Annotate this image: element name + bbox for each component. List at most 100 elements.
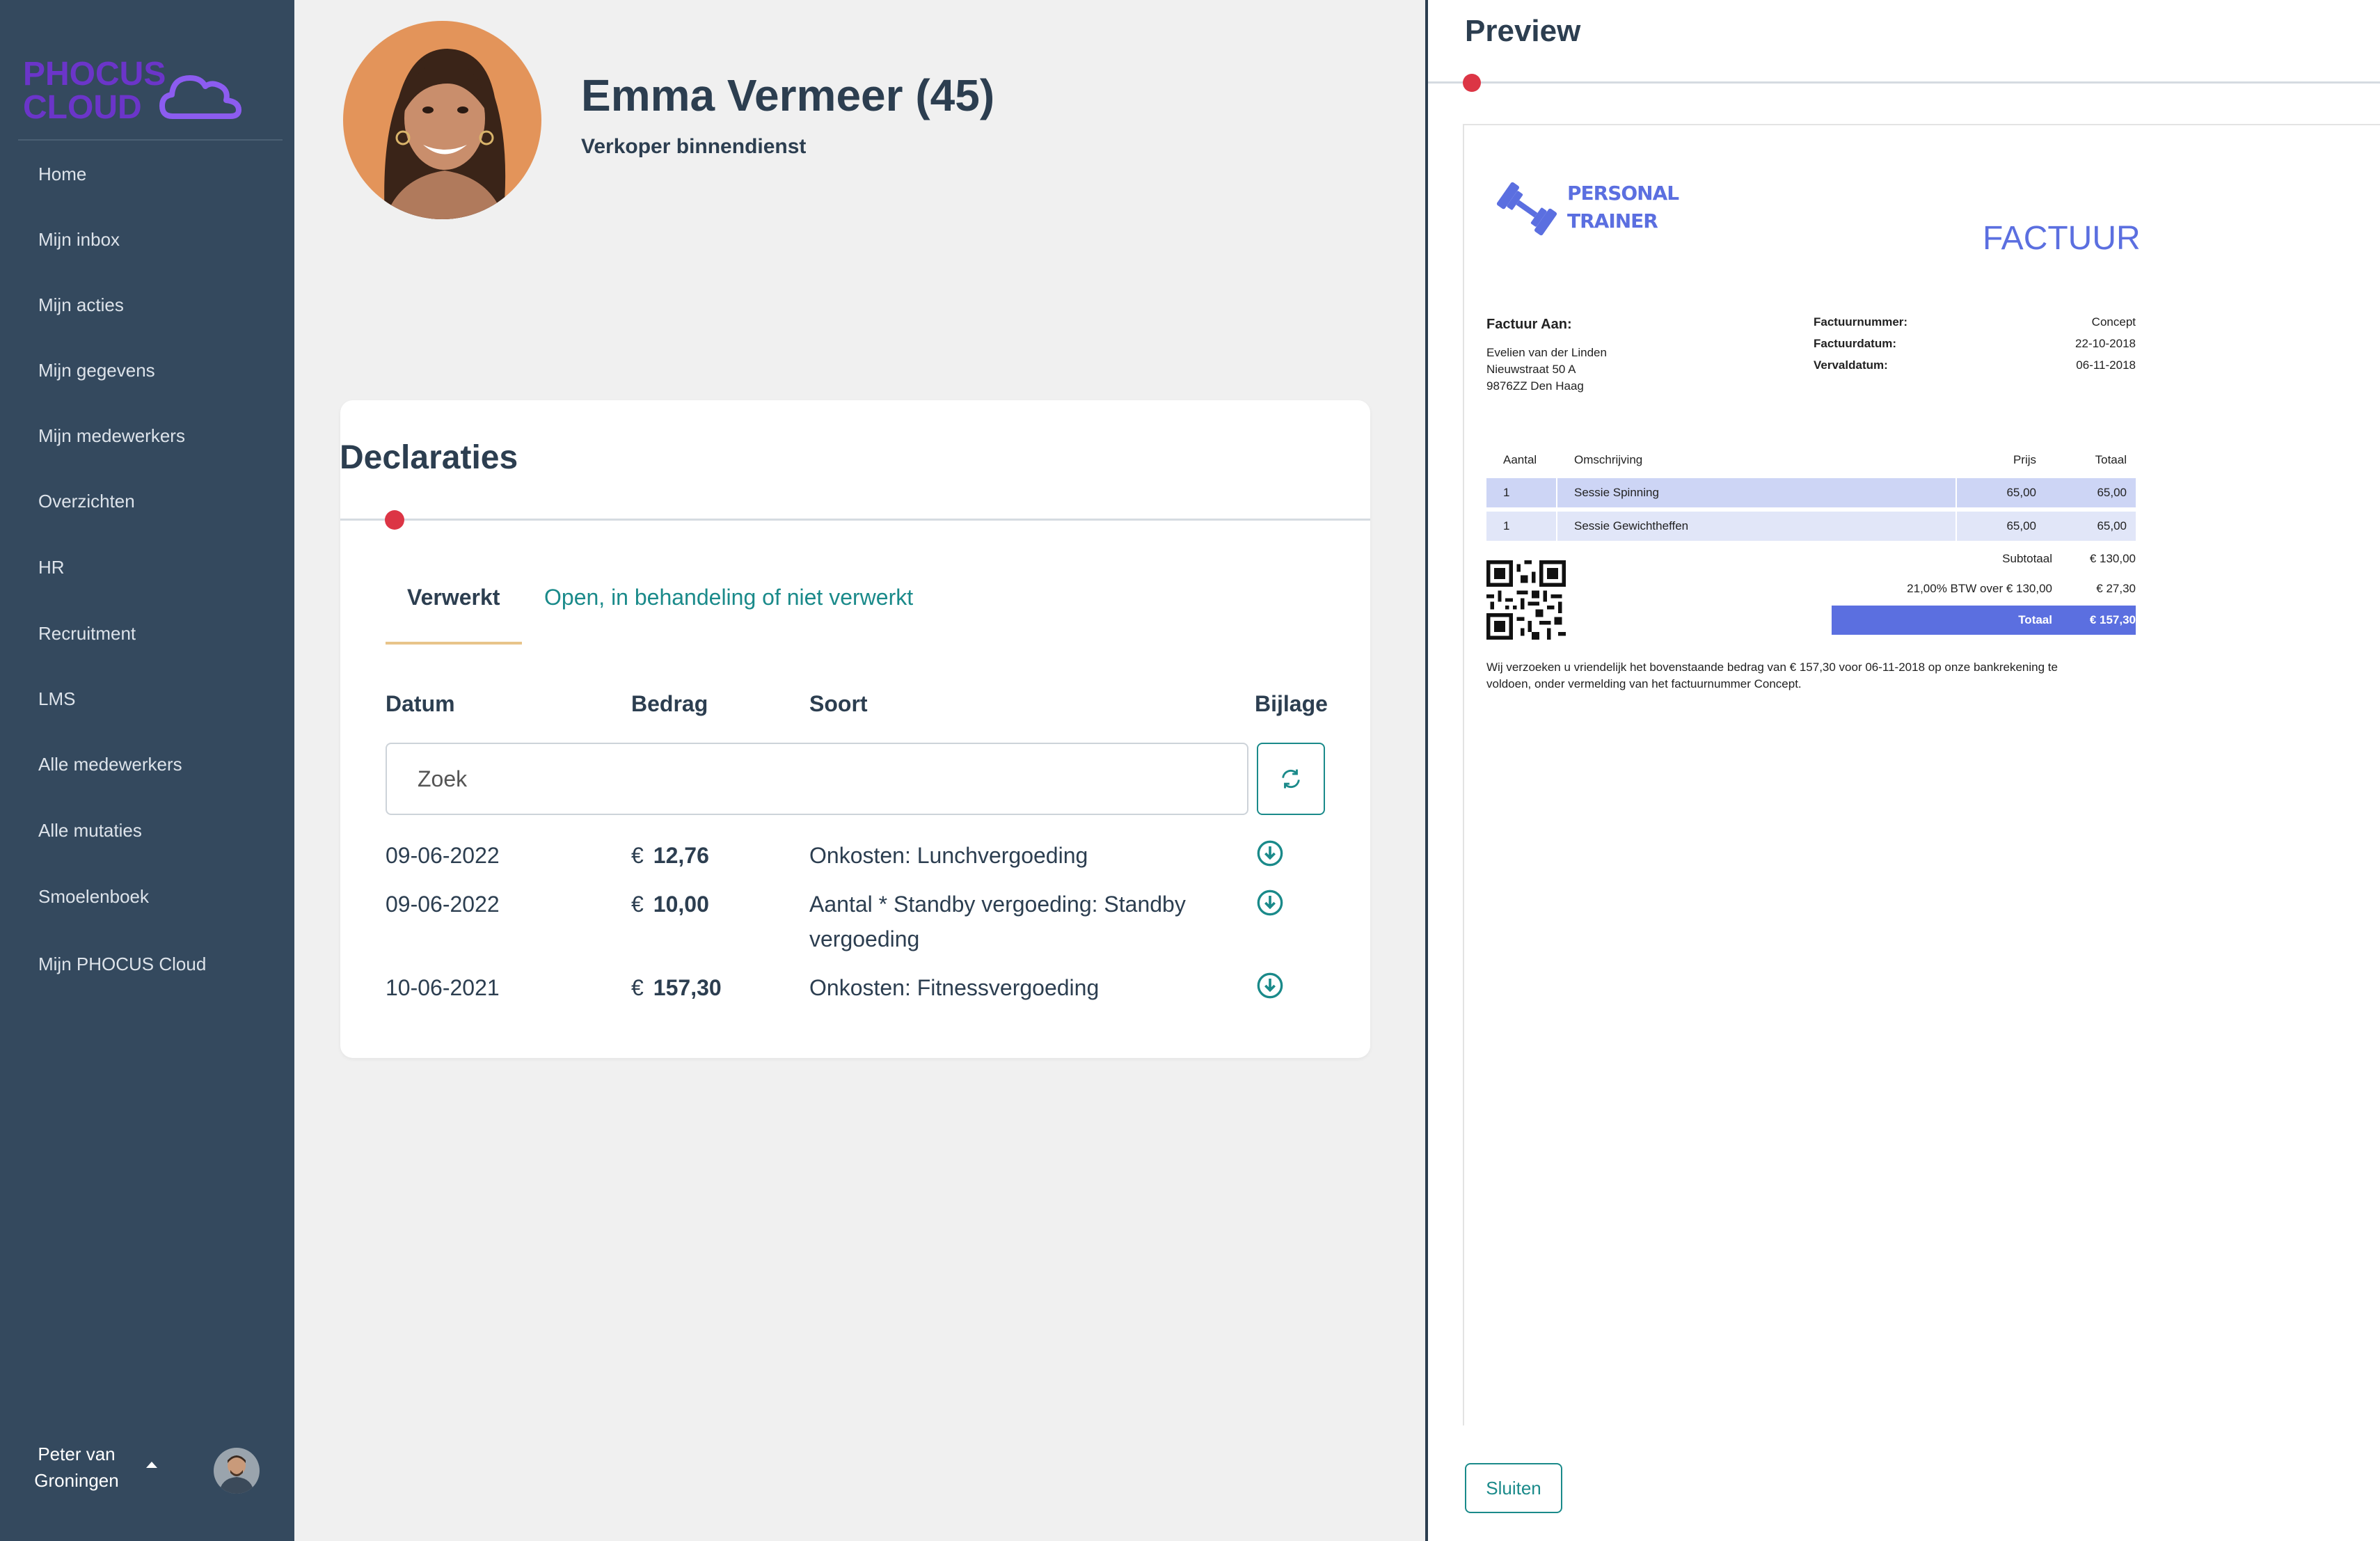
profile-name: Emma Vermeer (45) — [581, 70, 995, 120]
column-header-attachment[interactable]: Bijlage — [1255, 691, 1328, 717]
card-title: Declaraties — [340, 439, 518, 476]
logo-text-phocus: PHOCUS — [23, 56, 166, 93]
sidebar-item-home[interactable]: Home — [38, 153, 86, 195]
row-2-date: 09-06-2022 — [386, 892, 500, 917]
dumbbell-icon — [1492, 174, 1562, 244]
download-icon[interactable] — [1256, 889, 1284, 917]
preview-title: Preview — [1465, 14, 1581, 48]
invoice-line-total: 65,00 — [2097, 519, 2127, 532]
sidebar-item-hr[interactable]: HR — [38, 546, 65, 588]
invoice-heading: FACTUUR — [1983, 220, 2141, 257]
search-input[interactable] — [386, 743, 1248, 815]
main-content: Emma Vermeer (45) Verkoper binnendienst … — [294, 0, 1425, 1541]
row-3-date: 10-06-2021 — [386, 975, 500, 1000]
currency-symbol: € — [631, 843, 644, 868]
sidebar-item-alle-medewerkers[interactable]: Alle medewerkers — [38, 743, 182, 785]
invoice-meta-label-number: Factuurnummer: — [1814, 315, 1908, 329]
sidebar-item-mijn-phocus-cloud[interactable]: Mijn PHOCUS Cloud — [38, 943, 206, 985]
invoice-line-total: 65,00 — [2097, 486, 2127, 499]
sidebar-item-alle-mutaties[interactable]: Alle mutaties — [38, 809, 142, 851]
user-name: Peter van Groningen — [21, 1441, 132, 1494]
profile-role: Verkoper binnendienst — [581, 135, 807, 158]
user-name-line1: Peter van — [38, 1444, 116, 1464]
progress-dot — [385, 510, 404, 530]
invoice-to-street: Nieuwstraat 50 A — [1486, 363, 1576, 376]
profile-photo — [343, 21, 541, 219]
invoice-to-name: Evelien van der Linden — [1486, 346, 1607, 359]
row-2-amount: €10,00 — [631, 887, 709, 922]
avatar[interactable] — [214, 1448, 260, 1494]
invoice-subtotal-label: Subtotaal — [2002, 552, 2052, 565]
invoice-line-qty: 1 — [1503, 519, 1510, 532]
cloud-logo-icon: PHOCUS CLOUD — [23, 56, 241, 126]
invoice-col-qty: Aantal — [1503, 453, 1537, 466]
sidebar-item-lms[interactable]: LMS — [38, 678, 75, 720]
invoice-total-value: € 157,30 — [2089, 613, 2136, 626]
invoice-note-line1: Wij verzoeken u vriendelijk het bovensta… — [1486, 661, 2058, 674]
row-1-date: 09-06-2022 — [386, 843, 500, 868]
column-header-type[interactable]: Soort — [809, 691, 868, 717]
refresh-icon — [1282, 769, 1300, 789]
invoice-meta-value-date: 22-10-2018 — [2075, 337, 2136, 350]
invoice-note-line2: voldoen, onder vermelding van het factuu… — [1486, 677, 1802, 690]
user-menu[interactable]: Peter van Groningen — [0, 1434, 294, 1510]
invoice-line-price: 65,00 — [2006, 486, 2036, 499]
invoice-line-2: 1 Sessie Gewichtheffen 65,00 65,00 — [1486, 512, 2136, 541]
invoice-document[interactable]: PERSONAL TRAINER FACTUUR Factuur Aan: Ev… — [1463, 124, 2380, 1425]
invoice-logo-text: PERSONAL TRAINER — [1567, 180, 1679, 235]
column-header-amount[interactable]: Bedrag — [631, 691, 708, 717]
preview-divider — [1428, 81, 2380, 84]
sidebar-item-mijn-medewerkers[interactable]: Mijn medewerkers — [38, 415, 185, 457]
invoice-col-total: Totaal — [2095, 453, 2127, 466]
currency-symbol: € — [631, 975, 644, 1000]
logo-text-cloud: CLOUD — [23, 89, 142, 126]
invoice-meta-value-due: 06-11-2018 — [2076, 358, 2136, 372]
sidebar-item-recruitment[interactable]: Recruitment — [38, 613, 136, 654]
row-1-amount: €12,76 — [631, 838, 709, 873]
invoice-vat-label: 21,00% BTW over € 130,00 — [1907, 582, 2052, 595]
invoice-col-desc: Omschrijving — [1574, 453, 1643, 466]
sidebar-divider — [18, 139, 283, 141]
currency-symbol: € — [631, 892, 644, 917]
invoice-logo-line1: PERSONAL — [1567, 182, 1679, 205]
invoice-meta-value-number: Concept — [2091, 315, 2136, 329]
invoice-line-qty: 1 — [1503, 486, 1510, 499]
phocus-cloud-logo[interactable]: PHOCUS CLOUD — [23, 50, 253, 127]
declaraties-card — [340, 400, 1370, 1058]
user-name-line2: Groningen — [34, 1470, 119, 1491]
row-3-amount: €157,30 — [631, 970, 722, 1005]
sidebar-item-mijn-gegevens[interactable]: Mijn gegevens — [38, 349, 155, 391]
tab-verwerkt[interactable]: Verwerkt — [407, 585, 500, 610]
progress-dot — [1463, 74, 1481, 92]
caret-up-icon[interactable] — [146, 1462, 157, 1468]
invoice-line-1: 1 Sessie Spinning 65,00 65,00 — [1486, 478, 2136, 507]
tab-open[interactable]: Open, in behandeling of niet verwerkt — [544, 585, 913, 610]
invoice-line-desc: Sessie Spinning — [1574, 486, 1659, 499]
download-icon[interactable] — [1256, 972, 1284, 999]
preview-panel: Preview PERSONAL TRAINER FACTUUR Factuur… — [1425, 0, 2380, 1541]
amount-value: 10,00 — [653, 892, 709, 917]
invoice-to-label: Factuur Aan: — [1486, 317, 1572, 332]
invoice-vat-value: € 27,30 — [2096, 582, 2136, 595]
invoice-meta-label-date: Factuurdatum: — [1814, 337, 1896, 350]
invoice-subtotal-value: € 130,00 — [2089, 552, 2136, 565]
close-button[interactable]: Sluiten — [1465, 1463, 1562, 1513]
row-3-type: Onkosten: Fitnessvergoeding — [809, 975, 1100, 1000]
invoice-meta-label-due: Vervaldatum: — [1814, 358, 1888, 372]
sidebar: PHOCUS CLOUD Home Mijn inbox Mijn acties… — [0, 0, 294, 1541]
download-icon[interactable] — [1256, 839, 1284, 867]
sidebar-item-overzichten[interactable]: Overzichten — [38, 480, 135, 522]
column-header-date[interactable]: Datum — [386, 691, 455, 717]
invoice-col-price: Prijs — [2013, 453, 2036, 466]
active-tab-indicator — [386, 642, 522, 645]
card-divider — [340, 519, 1370, 521]
invoice-total-label: Totaal — [2018, 613, 2052, 626]
invoice-line-desc: Sessie Gewichtheffen — [1574, 519, 1689, 532]
qr-code-icon — [1486, 560, 1566, 640]
sidebar-item-mijn-acties[interactable]: Mijn acties — [38, 284, 124, 326]
sidebar-item-mijn-inbox[interactable]: Mijn inbox — [38, 219, 120, 260]
invoice-line-price: 65,00 — [2006, 519, 2036, 532]
sidebar-item-smoelenboek[interactable]: Smoelenboek — [38, 876, 149, 917]
invoice-to-city: 9876ZZ Den Haag — [1486, 379, 1584, 393]
refresh-button[interactable] — [1257, 743, 1325, 815]
